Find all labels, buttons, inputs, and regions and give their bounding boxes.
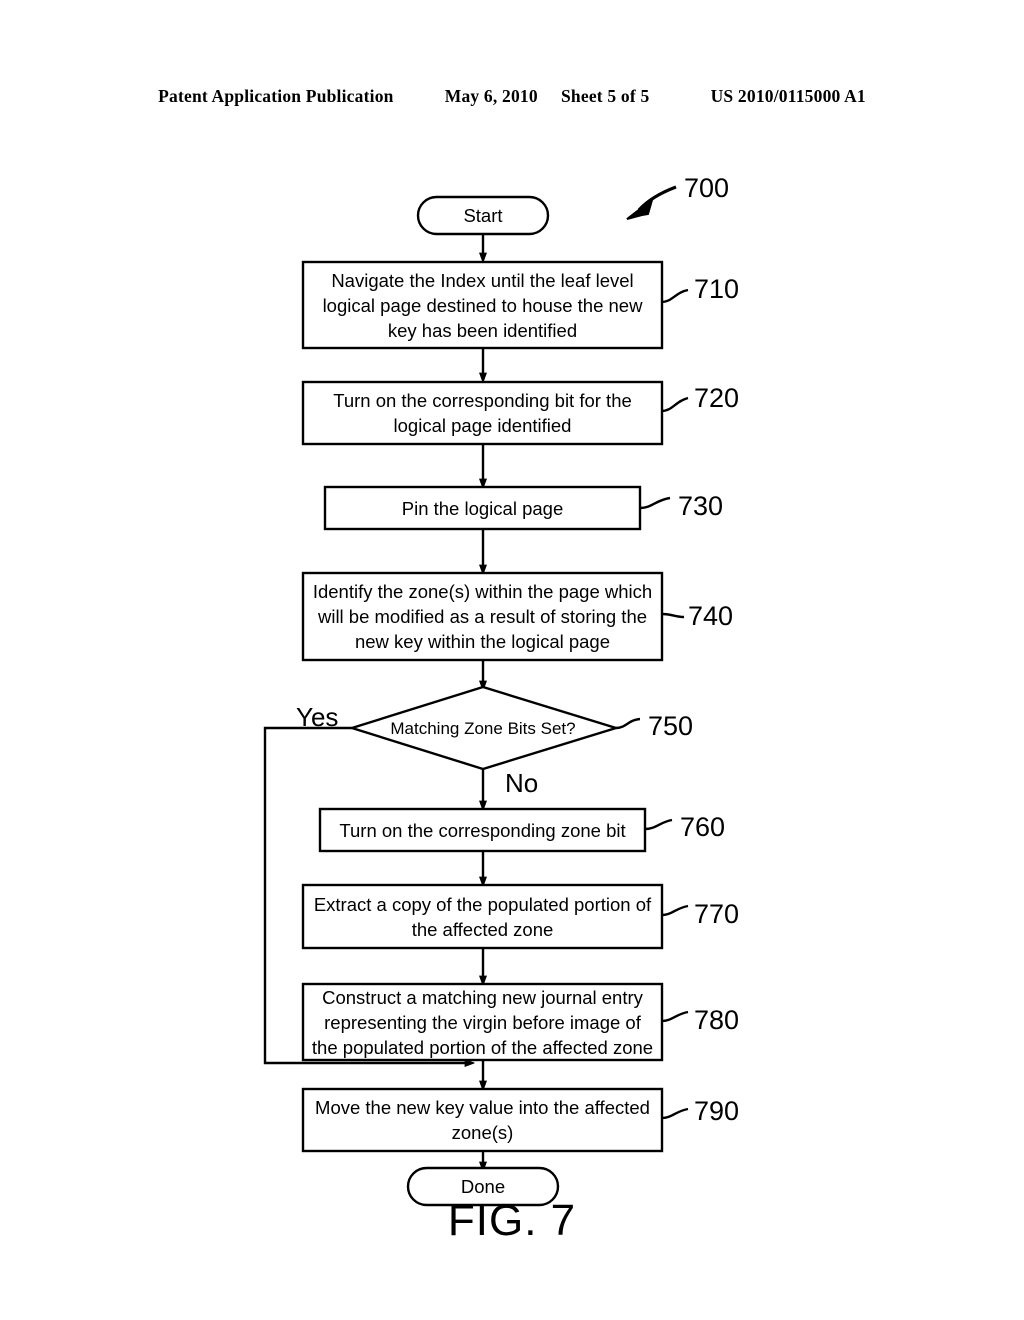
flowchart-figure: Start Navigate the Index until the leaf …	[0, 0, 1024, 1320]
figure-caption: FIG. 7	[447, 1196, 577, 1245]
process-720-shape	[301, 380, 664, 446]
process-770-shape	[301, 883, 664, 950]
process-790-shape	[301, 1087, 664, 1153]
flowchart-svg	[263, 185, 689, 1207]
reference-numeral-740: 740	[688, 601, 734, 631]
diagram-ref-700-leader	[626, 185, 677, 220]
ref-770-leader	[661, 904, 689, 917]
process-780-shape	[301, 982, 664, 1062]
process-730-shape	[323, 485, 642, 531]
reference-numeral-750: 750	[648, 711, 694, 741]
process-710-shape	[301, 260, 664, 350]
ref-790-leader	[661, 1107, 689, 1120]
reference-numeral-780: 780	[694, 1005, 740, 1035]
reference-numeral-710: 710	[694, 274, 740, 304]
reference-numeral-770: 770	[694, 899, 740, 929]
ref-750-leader	[615, 717, 641, 730]
decision-750-shape	[347, 685, 621, 771]
ref-780-leader	[661, 1010, 689, 1023]
branch-label-yes: Yes	[296, 702, 339, 732]
reference-numeral-760: 760	[680, 812, 726, 842]
ref-710-leader	[661, 288, 689, 304]
process-760-shape	[318, 807, 647, 853]
branch-label-no: No	[505, 768, 539, 798]
reference-numeral-720: 720	[694, 383, 740, 413]
reference-numeral-700: 700	[684, 173, 730, 203]
ref-720-leader	[661, 396, 689, 413]
reference-numeral-790: 790	[694, 1096, 740, 1126]
reference-numeral-730: 730	[678, 491, 724, 521]
start-terminal-shape	[416, 195, 550, 236]
ref-730-leader	[639, 496, 671, 510]
ref-740-leader	[661, 612, 685, 619]
process-740-shape	[301, 571, 664, 662]
ref-760-leader	[644, 818, 673, 831]
